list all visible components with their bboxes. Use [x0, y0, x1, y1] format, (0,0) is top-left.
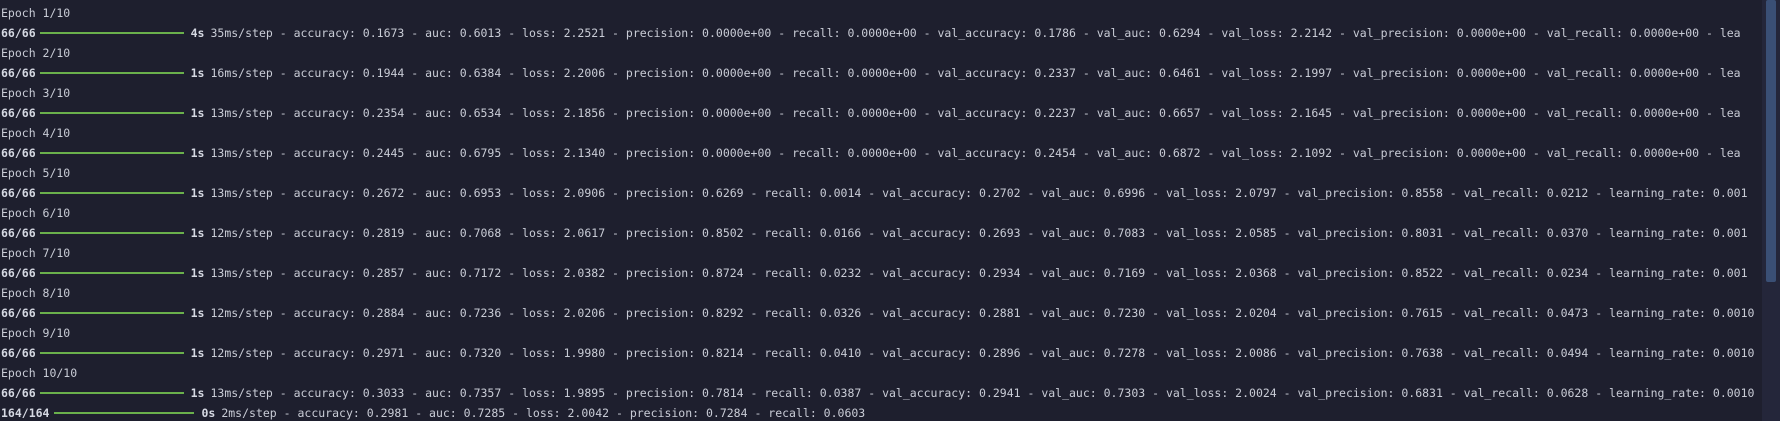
vertical-scrollbar[interactable]	[1762, 0, 1780, 421]
evaluation-line: 164/164 0s 2ms/step - accuracy: 0.2981 -…	[0, 403, 1762, 421]
scrollbar-thumb[interactable]	[1766, 0, 1776, 282]
step-count: 66/66	[1, 306, 36, 320]
step-count: 66/66	[1, 266, 36, 280]
epoch-time: 1s	[190, 386, 205, 400]
epoch-label: Epoch 7/10	[1, 246, 71, 260]
metrics-text: 12ms/step - accuracy: 0.2819 - auc: 0.70…	[210, 226, 1748, 240]
progress-bar	[39, 32, 184, 34]
step-count: 66/66	[1, 186, 36, 200]
step-count: 164/164	[1, 406, 50, 420]
epoch-time: 4s	[190, 26, 205, 40]
step-count: 66/66	[1, 26, 36, 40]
console-output: Epoch 1/10 66/66 4s 35ms/step - accuracy…	[0, 0, 1762, 421]
progress-bar	[39, 192, 184, 194]
metrics-text: 13ms/step - accuracy: 0.2354 - auc: 0.65…	[210, 106, 1741, 120]
progress-bar	[39, 352, 184, 354]
epoch-time: 1s	[190, 106, 205, 120]
step-count: 66/66	[1, 386, 36, 400]
epoch-label: Epoch 6/10	[1, 206, 71, 220]
metrics-text: 13ms/step - accuracy: 0.2445 - auc: 0.67…	[210, 146, 1741, 160]
epoch-time: 1s	[190, 346, 205, 360]
metrics-text: 13ms/step - accuracy: 0.2672 - auc: 0.69…	[210, 186, 1748, 200]
step-count: 66/66	[1, 226, 36, 240]
metrics-text: 12ms/step - accuracy: 0.2884 - auc: 0.72…	[210, 306, 1755, 320]
metrics-text: 16ms/step - accuracy: 0.1944 - auc: 0.63…	[210, 66, 1741, 80]
epoch-time: 1s	[190, 266, 205, 280]
metrics-text: 35ms/step - accuracy: 0.1673 - auc: 0.60…	[210, 26, 1741, 40]
step-count: 66/66	[1, 146, 36, 160]
metrics-text: 2ms/step - accuracy: 0.2981 - auc: 0.728…	[221, 406, 866, 420]
progress-line: 66/66 1s 13ms/step - accuracy: 0.2445 - …	[0, 143, 1762, 163]
epoch-label: Epoch 8/10	[1, 286, 71, 300]
progress-line: 66/66 4s 35ms/step - accuracy: 0.1673 - …	[0, 23, 1762, 43]
epoch-time: 1s	[190, 66, 205, 80]
epoch-label: Epoch 5/10	[1, 166, 71, 180]
epoch-label: Epoch 1/10	[1, 6, 71, 20]
metrics-text: 13ms/step - accuracy: 0.3033 - auc: 0.73…	[210, 386, 1755, 400]
eval-time: 0s	[201, 406, 216, 420]
progress-bar	[39, 72, 184, 74]
epoch-label: Epoch 9/10	[1, 326, 71, 340]
epoch-label: Epoch 10/10	[1, 366, 78, 380]
metrics-text: 13ms/step - accuracy: 0.2857 - auc: 0.71…	[210, 266, 1748, 280]
epoch-time: 1s	[190, 226, 205, 240]
epoch-time: 1s	[190, 186, 205, 200]
progress-line: 66/66 1s 13ms/step - accuracy: 0.2857 - …	[0, 263, 1762, 283]
metrics-text: 12ms/step - accuracy: 0.2971 - auc: 0.73…	[210, 346, 1755, 360]
progress-line: 66/66 1s 16ms/step - accuracy: 0.1944 - …	[0, 63, 1762, 83]
progress-bar	[39, 392, 184, 394]
progress-bar	[39, 152, 184, 154]
progress-bar	[39, 272, 184, 274]
progress-line: 66/66 1s 13ms/step - accuracy: 0.2672 - …	[0, 183, 1762, 203]
progress-line: 66/66 1s 12ms/step - accuracy: 0.2819 - …	[0, 223, 1762, 243]
progress-line: 66/66 1s 13ms/step - accuracy: 0.2354 - …	[0, 103, 1762, 123]
step-count: 66/66	[1, 346, 36, 360]
progress-bar	[39, 232, 184, 234]
progress-bar	[54, 412, 195, 414]
progress-line: 66/66 1s 12ms/step - accuracy: 0.2884 - …	[0, 303, 1762, 323]
epoch-label: Epoch 3/10	[1, 86, 71, 100]
epoch-time: 1s	[190, 306, 205, 320]
step-count: 66/66	[1, 66, 36, 80]
epoch-time: 1s	[190, 146, 205, 160]
progress-line: 66/66 1s 12ms/step - accuracy: 0.2971 - …	[0, 343, 1762, 363]
step-count: 66/66	[1, 106, 36, 120]
progress-bar	[39, 112, 184, 114]
progress-bar	[39, 312, 184, 314]
progress-line: 66/66 1s 13ms/step - accuracy: 0.3033 - …	[0, 383, 1762, 403]
epoch-label: Epoch 2/10	[1, 46, 71, 60]
epoch-label: Epoch 4/10	[1, 126, 71, 140]
